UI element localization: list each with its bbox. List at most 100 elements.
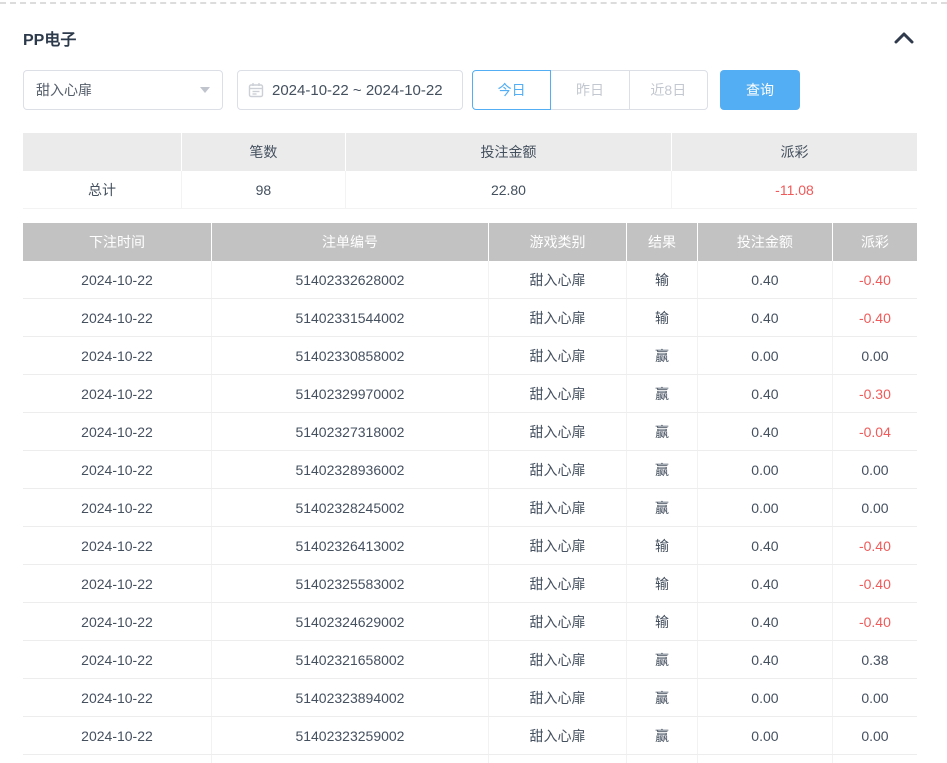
table-row: 2024-10-2251402323259002甜入心扉赢0.000.00 — [23, 717, 917, 755]
payout-cell: 0.00 — [833, 489, 917, 526]
yesterday-button[interactable]: 昨日 — [550, 70, 629, 110]
bet-amount-cell: 0.40 — [698, 375, 833, 412]
order-id-cell: 51402324629002 — [212, 603, 489, 640]
table-row: 2024-10-2251402325583002甜入心扉输0.40-0.40 — [23, 565, 917, 603]
payout-cell: 0.00 — [833, 717, 917, 754]
game-select[interactable]: 甜入心扉 — [23, 70, 223, 110]
table-row: 2024-10-2251402321658002甜入心扉赢0.400.38 — [23, 641, 917, 679]
bet-amount-cell: 0.40 — [698, 413, 833, 450]
payout-cell: 0.38 — [833, 641, 917, 678]
game-type-cell: 甜入心扉 — [489, 755, 627, 763]
last-8-days-button[interactable]: 近8日 — [629, 70, 708, 110]
collapse-section-button[interactable] — [893, 30, 915, 46]
order-id-cell: 51402327318002 — [212, 413, 489, 450]
result-cell: 输 — [627, 299, 698, 336]
order-id-cell: 51402323259002 — [212, 717, 489, 754]
result-cell: 输 — [627, 603, 698, 640]
bet-time-cell: 2024-10-22 — [23, 679, 212, 716]
result-cell: 赢 — [627, 489, 698, 526]
result-cell: 赢 — [627, 337, 698, 374]
bet-amount-cell: 0.00 — [698, 451, 833, 488]
payout-cell: -0.40 — [833, 565, 917, 602]
order-id-cell: 51402330858002 — [212, 337, 489, 374]
result-cell: 赢 — [627, 679, 698, 716]
game-type-cell: 甜入心扉 — [489, 641, 627, 678]
payout-cell: 0.00 — [833, 451, 917, 488]
order-id-cell: 51402331544002 — [212, 299, 489, 336]
result-cell: 赢 — [627, 755, 698, 763]
pp-section: PP电子 甜入心扉 2024-10-22 ~ 2024-10-22 今日 — [0, 26, 947, 763]
summary-table: 笔数 投注金额 派彩 总计 98 22.80 -11.08 — [23, 133, 917, 209]
order-id-cell: 51402328936002 — [212, 451, 489, 488]
table-row: 2024-10-2251402329970002甜入心扉赢0.40-0.30 — [23, 375, 917, 413]
bet-time-cell: 2024-10-22 — [23, 261, 212, 298]
header-bet-time: 下注时间 — [23, 223, 212, 261]
bet-amount-cell: 0.40 — [698, 603, 833, 640]
summary-header-blank — [23, 133, 182, 171]
bet-amount-cell: 0.00 — [698, 717, 833, 754]
date-range-picker[interactable]: 2024-10-22 ~ 2024-10-22 — [237, 70, 463, 110]
today-button[interactable]: 今日 — [472, 70, 551, 110]
result-cell: 赢 — [627, 717, 698, 754]
game-type-cell: 甜入心扉 — [489, 375, 627, 412]
order-id-cell — [212, 755, 489, 763]
game-type-cell: 甜入心扉 — [489, 451, 627, 488]
bets-table: 下注时间 注单编号 游戏类别 结果 投注金额 派彩 2024-10-225140… — [23, 223, 917, 763]
bet-time-cell: 2024-10-22 — [23, 413, 212, 450]
chevron-up-icon — [894, 32, 914, 44]
bet-time-cell: 2024-10-22 — [23, 527, 212, 564]
calendar-icon — [248, 82, 264, 98]
game-type-cell: 甜入心扉 — [489, 679, 627, 716]
result-cell: 赢 — [627, 451, 698, 488]
table-row: 2024-10-2251402324629002甜入心扉输0.40-0.40 — [23, 603, 917, 641]
table-row: 2024-10-2251402327318002甜入心扉赢0.40-0.04 — [23, 413, 917, 451]
query-button[interactable]: 查询 — [720, 70, 800, 110]
table-row: 2024-10-2251402330858002甜入心扉赢0.000.00 — [23, 337, 917, 375]
summary-total-label: 总计 — [23, 171, 182, 209]
payout-cell: -0.40 — [833, 603, 917, 640]
summary-header-row: 笔数 投注金额 派彩 — [23, 133, 917, 171]
bet-time-cell: 2024-10-22 — [23, 565, 212, 602]
game-type-cell: 甜入心扉 — [489, 603, 627, 640]
bet-time-cell: 2024-10-22 — [23, 337, 212, 374]
header-result: 结果 — [627, 223, 698, 261]
summary-count-value: 98 — [182, 171, 346, 209]
bet-amount-cell: 0.00 — [698, 337, 833, 374]
payout-cell: 0.00 — [833, 337, 917, 374]
summary-header-count: 笔数 — [182, 133, 346, 171]
bet-amount-cell: 0.40 — [698, 299, 833, 336]
bet-time-cell: 2024-10-22 — [23, 375, 212, 412]
result-cell: 赢 — [627, 641, 698, 678]
payout-cell: -0.40 — [833, 527, 917, 564]
bet-time-cell: 2024-10-22 — [23, 717, 212, 754]
summary-total-row: 总计 98 22.80 -11.08 — [23, 171, 917, 209]
payout-cell: -0.30 — [833, 375, 917, 412]
header-payout: 派彩 — [833, 223, 917, 261]
bet-time-cell: 2024-10-22 — [23, 641, 212, 678]
header-order-id: 注单编号 — [212, 223, 489, 261]
game-type-cell: 甜入心扉 — [489, 717, 627, 754]
order-id-cell: 51402326413002 — [212, 527, 489, 564]
game-type-cell: 甜入心扉 — [489, 299, 627, 336]
filter-bar: 甜入心扉 2024-10-22 ~ 2024-10-22 今日 昨日 近8日 查… — [23, 70, 917, 110]
summary-header-bet-amount: 投注金额 — [346, 133, 672, 171]
table-row: 2024-10-2251402326413002甜入心扉输0.40-0.40 — [23, 527, 917, 565]
bet-time-cell — [23, 755, 212, 763]
bet-time-cell: 2024-10-22 — [23, 489, 212, 526]
result-cell: 赢 — [627, 375, 698, 412]
table-row: 2024-10-2251402323894002甜入心扉赢0.000.00 — [23, 679, 917, 717]
game-type-cell: 甜入心扉 — [489, 565, 627, 602]
table-row: 2024-10-2251402328936002甜入心扉赢0.000.00 — [23, 451, 917, 489]
game-select-value: 甜入心扉 — [36, 80, 200, 100]
quick-date-button-group: 今日 昨日 近8日 — [472, 70, 708, 110]
game-type-cell: 甜入心扉 — [489, 413, 627, 450]
result-cell: 输 — [627, 527, 698, 564]
header-bet-amount: 投注金额 — [698, 223, 833, 261]
summary-payout-value: -11.08 — [672, 171, 917, 209]
date-range-value: 2024-10-22 ~ 2024-10-22 — [272, 82, 443, 99]
bet-time-cell: 2024-10-22 — [23, 603, 212, 640]
bet-time-cell: 2024-10-22 — [23, 451, 212, 488]
order-id-cell: 51402328245002 — [212, 489, 489, 526]
bet-amount-cell: 0.00 — [698, 489, 833, 526]
bet-time-cell: 2024-10-22 — [23, 299, 212, 336]
